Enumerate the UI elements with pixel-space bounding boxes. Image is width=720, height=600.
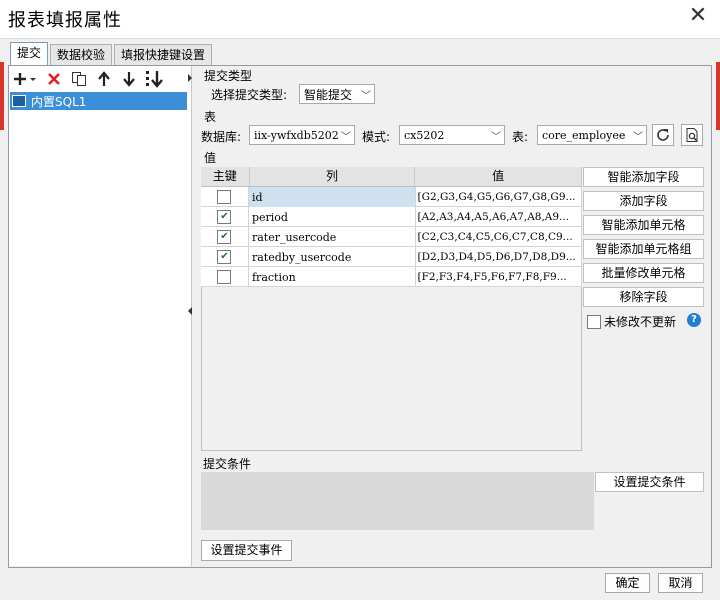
move-down-icon[interactable]: [119, 69, 139, 89]
schema-label: 模式:: [362, 130, 391, 144]
column-name-cell[interactable]: fraction: [249, 267, 416, 287]
value-cell[interactable]: [A2,A3,A4,A5,A6,A7,A8,A9...: [416, 207, 582, 227]
panel-splitter[interactable]: [187, 66, 194, 566]
tab-submit[interactable]: 提交: [10, 42, 49, 66]
chevron-down-icon: ﹀: [341, 131, 351, 143]
preview-table-icon[interactable]: [681, 124, 703, 146]
tree-item-sql[interactable]: 内置SQL1: [10, 92, 187, 110]
close-icon[interactable]: ✕: [686, 4, 710, 28]
table-row[interactable]: fraction [F2,F3,F4,F5,F6,F7,F8,F9...: [201, 267, 582, 287]
chevron-down-icon: ﹀: [633, 131, 643, 143]
tab-bar: 提交 数据校验 填报快捷键设置: [10, 42, 214, 66]
tree-item-label: 内置SQL1: [31, 94, 87, 109]
help-icon[interactable]: ?: [687, 313, 701, 327]
add-icon[interactable]: [13, 69, 39, 89]
schema-select[interactable]: cx5202 ﹀: [399, 125, 505, 145]
chevron-down-icon: ﹀: [491, 131, 501, 143]
database-select[interactable]: iix-ywfxdb5202 ﹀: [249, 125, 355, 145]
column-header-value: 值: [415, 167, 582, 186]
chevron-down-icon: ﹀: [361, 90, 371, 102]
background-edge-right: [716, 62, 720, 130]
tab-shortcut-settings[interactable]: 填报快捷键设置: [114, 44, 213, 66]
cancel-button[interactable]: 取消: [658, 573, 703, 593]
column-header-key: 主键: [201, 167, 250, 186]
value-cell[interactable]: [D2,D3,D4,D5,D6,D7,D8,D9...: [416, 247, 582, 267]
table-row[interactable]: id [G2,G3,G4,G5,G6,G7,G8,G9...: [201, 187, 582, 207]
column-name-cell[interactable]: ratedby_usercode: [249, 247, 416, 267]
table-section-label: 表: [204, 110, 217, 124]
conditions-box: [201, 472, 594, 530]
column-name-cell[interactable]: period: [249, 207, 416, 227]
schema-value: cx5202: [404, 128, 445, 142]
primary-key-checkbox[interactable]: ✔: [217, 210, 232, 224]
background-edge-left: [0, 62, 4, 130]
set-submit-event-button[interactable]: 设置提交事件: [201, 540, 292, 561]
primary-key-checkbox[interactable]: ✔: [217, 250, 232, 264]
smart-add-field-button[interactable]: 智能添加字段: [583, 167, 704, 187]
no-update-checkbox[interactable]: [587, 314, 601, 329]
value-cell[interactable]: [C2,C3,C4,C5,C6,C7,C8,C9...: [416, 227, 582, 247]
table-row[interactable]: ✔ ratedby_usercode [D2,D3,D4,D5,D6,D7,D8…: [201, 247, 582, 267]
smart-add-cell-group-button[interactable]: 智能添加单元格组: [583, 239, 704, 259]
set-submit-conditions-button[interactable]: 设置提交条件: [595, 472, 704, 492]
submit-type-label: 选择提交类型:: [211, 88, 288, 102]
primary-key-checkbox[interactable]: ✔: [217, 230, 232, 244]
table-value: core_employee: [542, 128, 626, 142]
table-row[interactable]: ✔ period [A2,A3,A4,A5,A6,A7,A8,A9...: [201, 207, 582, 227]
submit-list-panel: [9, 66, 192, 566]
value-cell[interactable]: [G2,G3,G4,G5,G6,G7,G8,G9...: [416, 187, 582, 207]
add-field-button[interactable]: 添加字段: [583, 191, 704, 211]
column-name-cell[interactable]: rater_usercode: [249, 227, 416, 247]
ok-button[interactable]: 确定: [605, 573, 650, 593]
move-up-icon[interactable]: [94, 69, 114, 89]
submit-type-value: 智能提交: [304, 87, 353, 102]
remove-field-button[interactable]: 移除字段: [583, 287, 704, 307]
table-label: 表:: [512, 130, 529, 144]
table-row[interactable]: ✔ rater_usercode [C2,C3,C4,C5,C6,C7,C8,C…: [201, 227, 582, 247]
database-value: iix-ywfxdb5202: [254, 128, 338, 142]
database-label: 数据库:: [201, 130, 242, 144]
column-name-cell[interactable]: id: [248, 187, 416, 207]
value-cell[interactable]: [F2,F3,F4,F5,F6,F7,F8,F9...: [416, 267, 582, 287]
refresh-icon[interactable]: [652, 124, 674, 146]
sort-order-icon[interactable]: [144, 69, 164, 89]
field-table-header: 主键 列 值: [201, 167, 582, 187]
submit-type-select[interactable]: 智能提交 ﹀: [299, 84, 375, 104]
submit-type-section-label: 提交类型: [204, 69, 253, 83]
primary-key-checkbox[interactable]: [217, 190, 232, 204]
sql-item-icon: [12, 95, 26, 107]
table-select[interactable]: core_employee ﹀: [537, 125, 647, 145]
column-header-column: 列: [250, 167, 416, 186]
delete-icon[interactable]: [44, 69, 64, 89]
conditions-section-label: 提交条件: [203, 457, 252, 471]
no-update-label: 未修改不更新: [604, 315, 677, 329]
no-update-option[interactable]: 未修改不更新: [587, 313, 676, 330]
primary-key-checkbox[interactable]: [217, 270, 232, 284]
smart-add-cell-button[interactable]: 智能添加单元格: [583, 215, 704, 235]
window-title: 报表填报属性: [8, 10, 122, 31]
value-section-label: 值: [204, 151, 217, 165]
tab-data-validation[interactable]: 数据校验: [50, 44, 113, 66]
batch-modify-cell-button[interactable]: 批量修改单元格: [583, 263, 704, 283]
list-toolbar: [13, 68, 164, 90]
copy-icon[interactable]: [69, 69, 89, 89]
